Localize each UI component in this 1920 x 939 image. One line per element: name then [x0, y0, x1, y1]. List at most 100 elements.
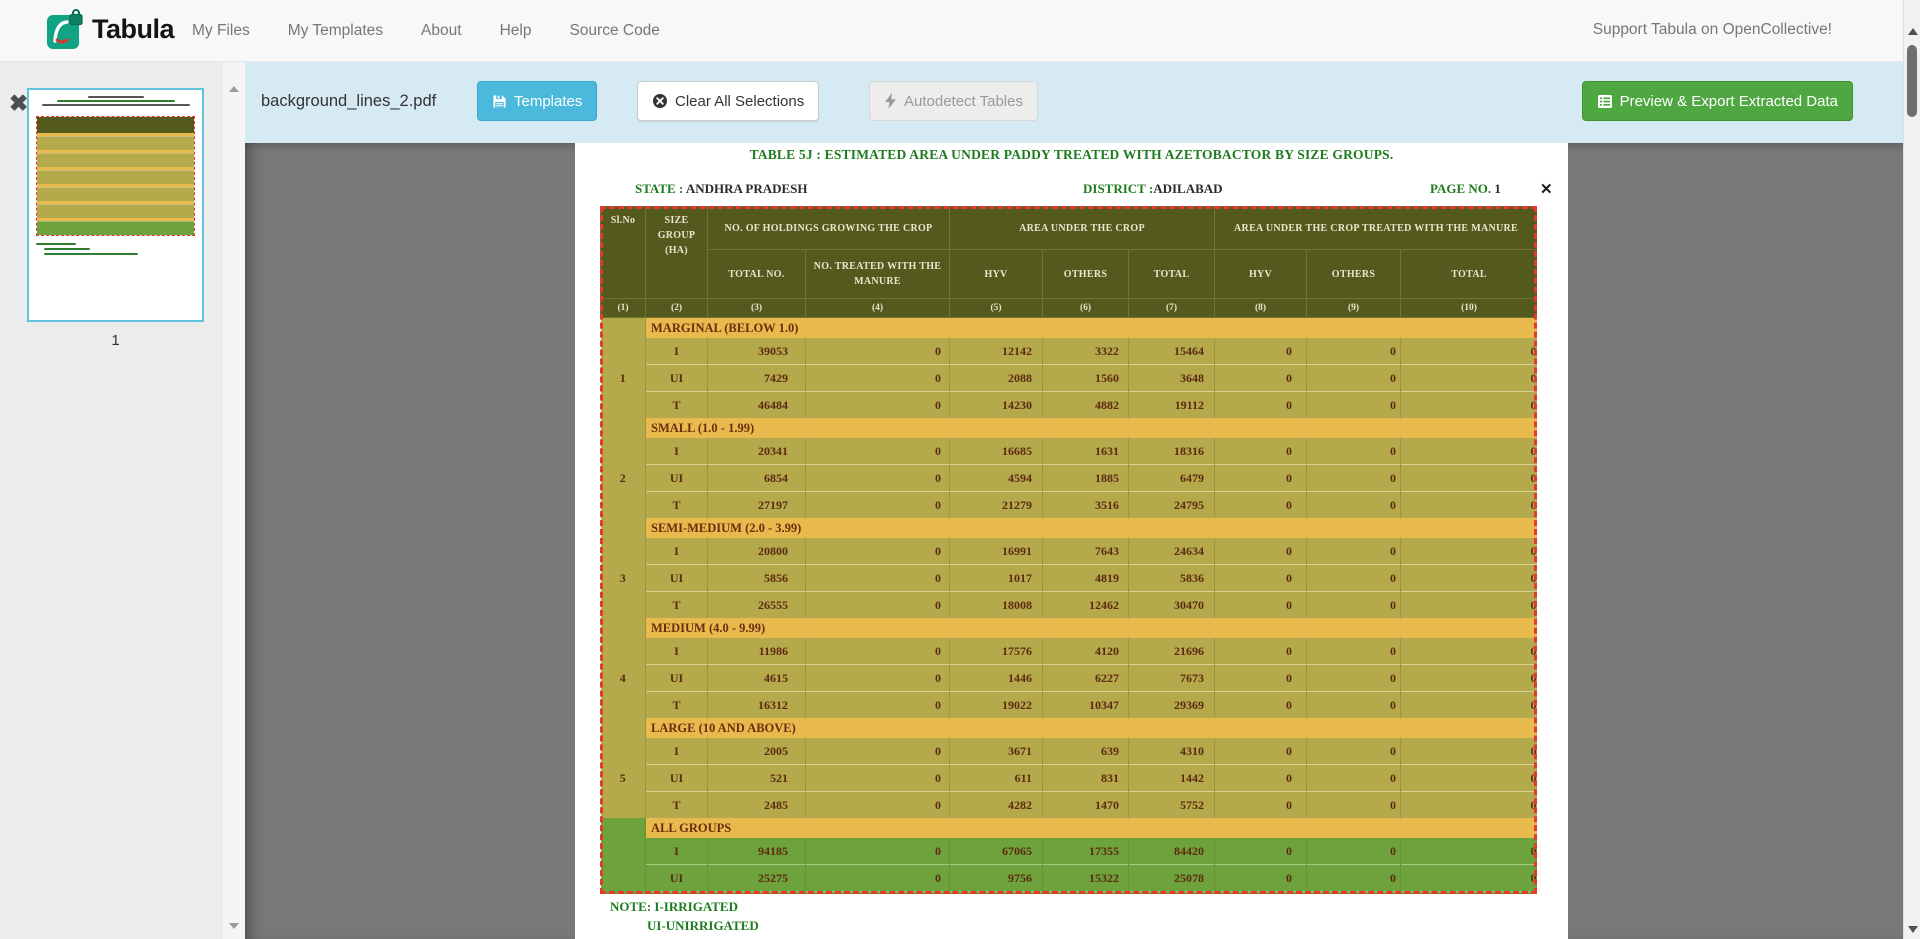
nav-item-my-templates[interactable]: My Templates: [288, 22, 383, 40]
table-cell: 0: [1215, 892, 1307, 895]
table-cell: UI: [646, 665, 708, 692]
table-cell: 17355: [1043, 838, 1129, 865]
table-cell: 4594: [950, 465, 1043, 492]
table-cell: 0: [1307, 365, 1401, 392]
table-cell: 4819: [1043, 565, 1129, 592]
table-cell: 3648: [1129, 365, 1215, 392]
column-number-cell: (3): [708, 299, 806, 318]
scroll-down-icon[interactable]: [229, 923, 239, 929]
autodetect-tables-button[interactable]: Autodetect Tables: [869, 81, 1038, 121]
page-thumbnail[interactable]: [27, 88, 204, 322]
table-cell: 0: [1215, 738, 1307, 765]
column-number-cell: (6): [1043, 299, 1129, 318]
table-cell: 0: [1307, 338, 1401, 365]
autodetect-button-label: Autodetect Tables: [904, 93, 1023, 110]
table-cell: 2485: [708, 792, 806, 819]
scroll-up-icon[interactable]: [1908, 28, 1918, 35]
table-cell: 5836: [1129, 565, 1215, 592]
table-cell: 0: [1401, 738, 1537, 765]
scroll-down-icon[interactable]: [1908, 926, 1918, 933]
templates-button[interactable]: Templates: [477, 81, 597, 121]
table-cell: 16312: [708, 692, 806, 719]
table-cell: 0: [1307, 565, 1401, 592]
table-cell: 0: [1307, 665, 1401, 692]
table-cell: 16991: [950, 538, 1043, 565]
table-cell: 0: [1215, 665, 1307, 692]
table-cell: 25078: [1129, 865, 1215, 892]
table-cell: I: [646, 338, 708, 365]
table-cell: I: [646, 538, 708, 565]
thumbnail-title-line: [88, 96, 144, 98]
table-cell: 1442: [1129, 765, 1215, 792]
district-label: DISTRICT :: [1083, 181, 1153, 196]
column-number-cell: (8): [1215, 299, 1307, 318]
sidebar-scrollbar[interactable]: [223, 62, 245, 939]
table-cell: 21696: [1129, 638, 1215, 665]
table-cell: 0: [806, 665, 950, 692]
table-cell: UI: [646, 565, 708, 592]
table-cell: 0: [1215, 865, 1307, 892]
table-cell: I: [646, 738, 708, 765]
table-cell: 76821: [950, 892, 1043, 895]
page-number-label: 1: [27, 332, 204, 349]
table-cell: 0: [1215, 838, 1307, 865]
table-cell: 15464: [1129, 338, 1215, 365]
nav-item-help[interactable]: Help: [500, 22, 532, 40]
table-cell: 67065: [950, 838, 1043, 865]
window-scrollbar[interactable]: [1903, 0, 1920, 939]
table-header-cell: NO. OF HOLDINGS GROWING THE CROP: [708, 207, 950, 250]
table-cell: 0: [1215, 392, 1307, 419]
table-cell: 4882: [1043, 392, 1129, 419]
table-cell: 0: [806, 338, 950, 365]
table-cell: 0: [1215, 638, 1307, 665]
table-header-cell: OTHERS: [1307, 250, 1401, 299]
table-cell: 7429: [708, 365, 806, 392]
table-cell: 0: [806, 492, 950, 519]
table-cell: 21279: [950, 492, 1043, 519]
table-cell: 3671: [950, 738, 1043, 765]
tabula-logo-icon: [46, 9, 86, 53]
state-label: STATE :: [635, 181, 683, 196]
support-link[interactable]: Support Tabula on OpenCollective!: [1593, 21, 1832, 39]
nav-item-source-code[interactable]: Source Code: [569, 22, 659, 40]
scrollbar-thumb[interactable]: [1907, 45, 1917, 117]
table-cell: 0: [1401, 492, 1537, 519]
thumbnail-note-lines: [36, 240, 138, 255]
table-header-cell: TOTAL: [1401, 250, 1537, 299]
table-cell: 0: [1215, 765, 1307, 792]
document-table: Sl.NoSIZE GROUP (HA)NO. OF HOLDINGS GROW…: [600, 206, 1537, 894]
table-cell: 19022: [950, 692, 1043, 719]
table-cell: 831: [1043, 765, 1129, 792]
table-cell: 6854: [708, 465, 806, 492]
remove-page-button[interactable]: ✖: [9, 92, 28, 115]
table-cell: 0: [806, 438, 950, 465]
table-cell: 0: [1215, 465, 1307, 492]
table-cell: 0: [1401, 565, 1537, 592]
table-cell: 0: [1215, 792, 1307, 819]
document-table-title: TABLE 5J : ESTIMATED AREA UNDER PADDY TR…: [575, 147, 1568, 163]
table-cell: 1446: [950, 665, 1043, 692]
table-cell: 109498: [1129, 892, 1215, 895]
export-table-icon: [1597, 94, 1613, 109]
note-line-1: NOTE: I-IRRIGATED: [610, 898, 759, 917]
table-cell: 0: [1307, 865, 1401, 892]
nav-item-my-files[interactable]: My Files: [192, 22, 250, 40]
group-band: SEMI-MEDIUM (2.0 - 3.99): [646, 518, 1538, 538]
table-cell: 0: [1401, 865, 1537, 892]
nav-item-about[interactable]: About: [421, 22, 462, 40]
scroll-up-icon[interactable]: [229, 86, 239, 92]
table-cell: 30470: [1129, 592, 1215, 619]
table-cell: 2005: [708, 738, 806, 765]
clear-all-selections-button[interactable]: Clear All Selections: [637, 81, 819, 121]
table-cell: 0: [806, 892, 950, 895]
table-cell: 14230: [950, 392, 1043, 419]
table-cell: UI: [646, 765, 708, 792]
pdf-page[interactable]: TABLE 5J : ESTIMATED AREA UNDER PADDY TR…: [575, 143, 1568, 939]
table-cell: 0: [806, 465, 950, 492]
preview-export-button[interactable]: Preview & Export Extracted Data: [1582, 81, 1853, 121]
selection-close-icon[interactable]: ✕: [1540, 180, 1553, 198]
table-cell: 0: [1401, 438, 1537, 465]
table-header-cell: AREA UNDER THE CROP TREATED WITH THE MAN…: [1215, 207, 1537, 250]
table-cell: 4310: [1129, 738, 1215, 765]
column-number-cell: (10): [1401, 299, 1537, 318]
